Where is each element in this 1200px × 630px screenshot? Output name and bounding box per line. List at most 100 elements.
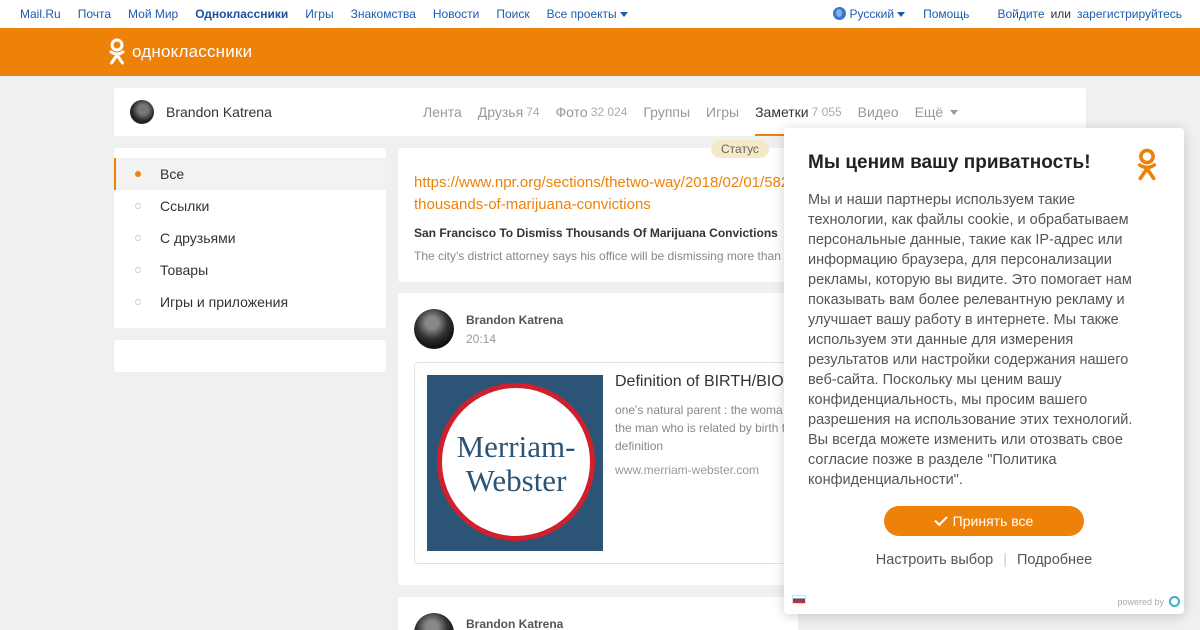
status-badge: Статус [711,140,769,158]
bullet-icon [135,235,141,241]
provider-logo-icon [1169,596,1180,607]
tab-label: Ещё [914,104,944,120]
post-author[interactable]: Brandon Katrena [466,313,563,327]
privacy-line: конфиденциальность, мы просим вашего [808,392,1088,408]
ok-logo[interactable]: одноклассники [108,38,252,66]
language-label: Русский [849,7,895,21]
accept-all-button[interactable]: Принять все [884,506,1084,536]
privacy-line: Мы и наши партнеры используем такие [808,192,1076,208]
post-link-line: https://www.npr.org/sections/thetwo-way/… [414,174,790,191]
link-preview-site: www.merriam-webster.com [615,463,760,477]
post-time: 20:14 [466,332,497,346]
description-line: one's natural parent : the woma [615,403,783,417]
privacy-links: Настроить выбор | Подробнее [784,552,1184,568]
all-projects-dropdown[interactable]: Все проекты [547,7,628,21]
bullet-icon [135,171,141,177]
post-author[interactable]: Brandon Katrena [466,617,563,630]
privacy-consent-dialog: Мы ценим вашу приватность! Мы и наши пар… [784,128,1184,614]
bullet-icon [135,203,141,209]
privacy-line: показывать вам более релевантную рекламу… [808,292,1125,308]
link-preview[interactable]: Merriam- Webster Definition of BIRTH/BIO… [414,362,798,564]
post-card: https://www.npr.org/sections/thetwo-way/… [398,148,798,282]
description-line: definition [615,439,664,453]
tab-label: Видео [857,104,899,120]
post-card: Brandon Katrena [398,597,798,630]
privacy-line: разрешения на использование этих техноло… [808,412,1133,428]
description-line: the man who is related by birth t [615,421,786,435]
logo-text: Merriam- Webster [442,430,590,498]
login-link[interactable]: Войдите [997,7,1044,21]
logo-text-line: Webster [465,463,567,498]
filter-label: С друзьями [160,230,236,246]
privacy-line: Вы всегда можете изменить или отозвать с… [808,432,1123,448]
powered-by-text: powered by [1117,596,1164,607]
portal-link-games[interactable]: Игры [305,7,333,21]
tab-feed[interactable]: Лента [423,88,462,136]
profile-name[interactable]: Brandon Katrena [166,104,272,120]
tab-count: 32 024 [590,105,628,119]
notes-filter-list: Все Ссылки С друзьями Товары Игры и прил… [114,148,386,328]
portal-link-news[interactable]: Новости [433,7,479,21]
customize-choice-link[interactable]: Настроить выбор [876,552,993,568]
privacy-line: информацию браузера, для персонализации [808,252,1112,268]
tab-count: 7 055 [811,105,842,119]
ok-logo-icon [1136,148,1158,187]
link-preview-title[interactable]: Definition of BIRTH/BIO [615,373,784,391]
privacy-line: технологии, как файлы cookie, и обрабаты… [808,212,1129,228]
avatar[interactable] [130,100,154,124]
portal-link-mail[interactable]: Почта [78,7,111,21]
tab-photos[interactable]: Фото 32 024 [556,88,628,136]
separator: | [1003,552,1007,568]
chevron-down-icon [897,12,906,17]
portal-link-myworld[interactable]: Мой Мир [128,7,178,21]
post-link-line: thousands-of-marijuana-convictions [414,196,651,213]
tab-friends[interactable]: Друзья 74 [478,88,540,136]
logo-text-line: Merriam- [456,429,576,464]
post-link[interactable]: https://www.npr.org/sections/thetwo-way/… [414,172,798,216]
tab-label: Игры [706,104,740,120]
link-preview-image: Merriam- Webster [427,375,603,551]
globe-icon [832,7,846,20]
portal-link-dating[interactable]: Знакомства [351,7,416,21]
russian-flag-icon[interactable] [792,595,806,604]
chevron-down-icon [619,12,628,17]
help-link[interactable]: Помощь [923,7,969,21]
filter-products[interactable]: Товары [114,254,386,286]
privacy-line: персональные данные, такие как IP-адрес … [808,232,1123,248]
filter-games-apps[interactable]: Игры и приложения [114,286,386,318]
or-text: или [1050,7,1071,21]
tab-games[interactable]: Игры [706,88,739,136]
powered-by: powered by [1117,596,1180,607]
portal-bar: Mail.Ru Почта Мой Мир Одноклассники Игры… [0,0,1200,28]
logo-wordmark: одноклассники [132,42,253,61]
filter-with-friends[interactable]: С друзьями [114,222,386,254]
more-info-link[interactable]: Подробнее [1017,552,1092,568]
tab-label: Друзья [477,104,524,120]
register-link[interactable]: зарегистрируйтесь [1077,7,1182,21]
portal-link-ok[interactable]: Одноклассники [195,7,288,21]
portal-link-mailru[interactable]: Mail.Ru [20,7,61,21]
language-selector[interactable]: Русский [832,7,906,21]
tab-label: Заметки [755,104,809,120]
privacy-line: рекламы, которую вы видите. Это помогает… [808,272,1132,288]
post-description: The city's district attorney says his of… [414,249,781,263]
portal-links: Mail.Ru Почта Мой Мир Одноклассники Игры… [20,7,628,21]
tab-label: Группы [643,104,691,120]
merriam-webster-logo: Merriam- Webster [437,383,595,541]
filter-all[interactable]: Все [114,158,386,190]
portal-link-search[interactable]: Поиск [496,7,529,21]
filter-label: Ссылки [160,198,210,214]
post-title: San Francisco To Dismiss Thousands Of Ma… [414,226,778,240]
tab-label: Фото [555,104,588,120]
tab-groups[interactable]: Группы [643,88,690,136]
privacy-line: веб-сайта. Поскольку мы ценим вашу [808,372,1062,388]
avatar[interactable] [414,309,454,349]
avatar[interactable] [414,613,454,630]
tab-count: 74 [526,105,540,119]
link-preview-description: one's natural parent : the woma the man … [615,401,798,455]
privacy-line: улучшает вашу работу в интернете. Мы так… [808,312,1119,328]
privacy-line: согласие позже в разделе "Политика [808,452,1057,468]
privacy-line: конфиденциальности". [808,472,963,488]
filter-links[interactable]: Ссылки [114,190,386,222]
tab-label: Лента [423,104,462,120]
